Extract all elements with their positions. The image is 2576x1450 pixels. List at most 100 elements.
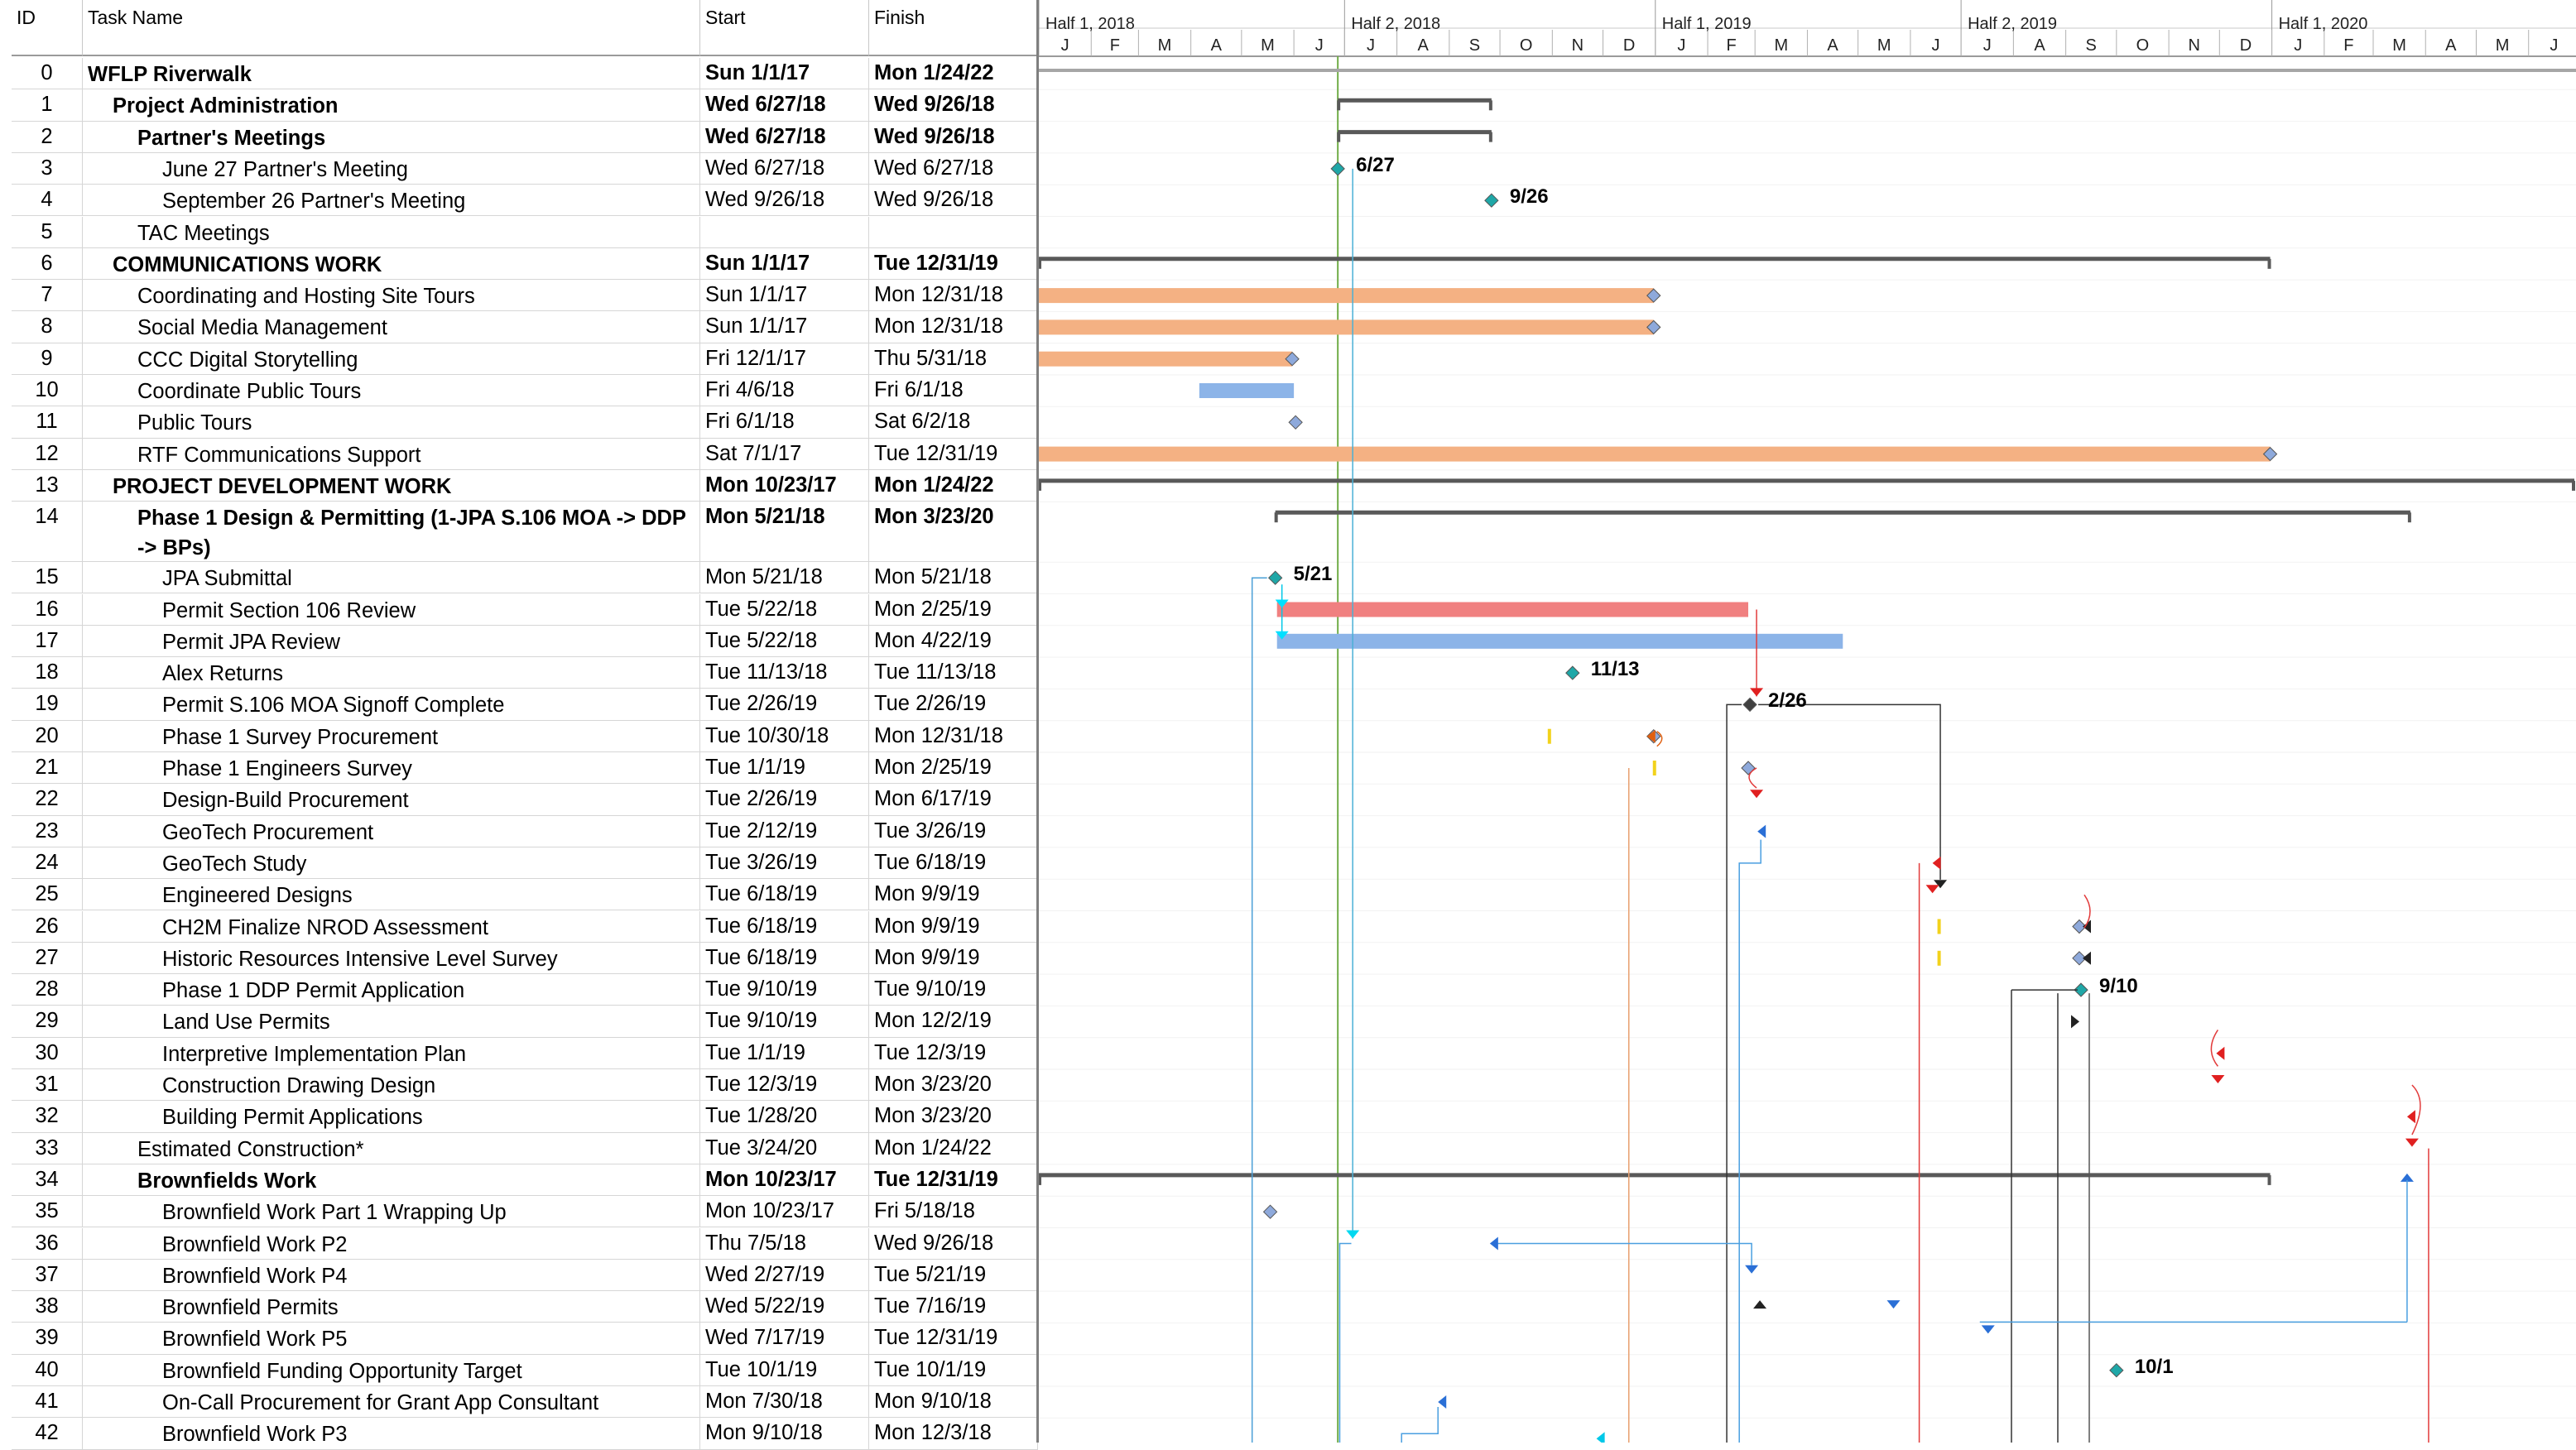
task-finish-cell[interactable]: Wed 9/26/18 [869,185,1038,216]
task-start-cell[interactable]: Fri 12/1/17 [700,343,869,374]
task-name-cell[interactable]: Social Media Management [83,311,700,343]
task-start-cell[interactable]: Tue 5/22/18 [700,593,869,625]
task-row[interactable]: 27 Historic Resources Intensive Level Sur… [12,942,1038,975]
task-id-cell[interactable]: 42 [12,1418,83,1449]
task-row[interactable]: 11 Public Tours Fri 6/1/18 Sat 6/2/18 [12,406,1038,439]
task-row[interactable]: 2 Partner's Meetings Wed 6/27/18 Wed 9/26/1… [12,121,1038,153]
task-id-cell[interactable]: 36 [12,1227,83,1259]
task-start-cell[interactable]: Tue 5/22/18 [700,625,869,657]
task-name-cell[interactable]: WFLP Riverwalk [83,58,700,89]
task-name-cell[interactable]: CCC Digital Storytelling [83,343,700,374]
task-finish-cell[interactable]: Mon 1/24/22 [869,1132,1038,1164]
task-row[interactable]: 18 Alex Returns Tue 11/13/18 Tue 11/13/18 [12,657,1038,689]
task-name-cell[interactable]: Alex Returns [83,657,700,689]
task-finish-cell[interactable]: Fri 6/1/18 [869,375,1038,406]
task-start-cell[interactable]: Thu 7/5/18 [700,1227,869,1259]
task-start-cell[interactable]: Wed 9/26/18 [700,185,869,216]
task-start-cell[interactable]: Sun 1/1/17 [700,247,869,280]
task-start-cell[interactable]: Tue 6/18/19 [700,942,869,974]
task-row[interactable]: 41 On-Call Procurement for Grant App Cons… [12,1386,1038,1419]
task-finish-cell[interactable]: Mon 9/9/19 [869,942,1038,974]
task-row[interactable]: 15 JPA Submittal Mon 5/21/18 Mon 5/21/18 [12,562,1038,594]
task-id-cell[interactable]: 3 [12,152,83,185]
task-id-cell[interactable]: 37 [12,1259,83,1291]
task-name-cell[interactable]: Brownfield Work P2 [83,1227,700,1259]
task-name-cell[interactable]: Partner's Meetings [83,121,700,152]
task-id-cell[interactable]: 20 [12,720,83,751]
task-finish-cell[interactable]: Tue 12/31/19 [869,1164,1038,1196]
task-start-cell[interactable]: Tue 1/28/20 [700,1101,869,1132]
task-finish-cell[interactable]: Mon 3/23/20 [869,1069,1038,1101]
task-id-cell[interactable]: 10 [12,375,83,406]
column-header-finish[interactable]: Finish [869,0,1038,56]
task-row[interactable]: 16 Permit Section 106 Review Tue 5/22/18 Mo… [12,593,1038,626]
task-finish-cell[interactable]: Tue 11/13/18 [869,657,1038,689]
task-finish-cell[interactable]: Tue 6/18/19 [869,847,1038,879]
task-name-cell[interactable]: Construction Drawing Design [83,1069,700,1101]
task-row[interactable]: 25 Engineered Designs Tue 6/18/19 Mon 9/9/1… [12,879,1038,911]
task-finish-cell[interactable]: Tue 10/1/19 [869,1354,1038,1385]
task-name-cell[interactable]: CH2M Finalize NROD Assessment [83,910,700,942]
task-name-cell[interactable]: GeoTech Procurement [83,815,700,847]
task-start-cell[interactable]: Wed 6/27/18 [700,152,869,185]
column-header-id[interactable]: ID [12,0,83,56]
task-start-cell[interactable] [700,216,869,247]
task-name-cell[interactable]: Brownfields Work [83,1164,700,1196]
task-name-cell[interactable]: Estimated Construction* [83,1132,700,1164]
task-finish-cell[interactable]: Mon 4/22/19 [869,625,1038,657]
task-name-cell[interactable]: GeoTech Study [83,847,700,879]
task-start-cell[interactable]: Mon 9/10/18 [700,1418,869,1449]
task-id-cell[interactable]: 34 [12,1164,83,1196]
task-row[interactable]: 28 Phase 1 DDP Permit Application Tue 9/10… [12,974,1038,1006]
task-finish-cell[interactable]: Thu 5/31/18 [869,343,1038,374]
task-row[interactable]: 20 Phase 1 Survey Procurement Tue 10/30/18… [12,720,1038,752]
task-name-cell[interactable]: Building Permit Applications [83,1101,700,1132]
task-start-cell[interactable]: Tue 2/26/19 [700,784,869,815]
task-name-cell[interactable]: Brownfield Funding Opportunity Target [83,1354,700,1385]
task-id-cell[interactable]: 31 [12,1069,83,1101]
task-row[interactable]: 19 Permit S.106 MOA Signoff Complete Tue 2… [12,689,1038,721]
task-name-cell[interactable]: Land Use Permits [83,1006,700,1037]
task-start-cell[interactable]: Wed 2/27/19 [700,1259,869,1291]
task-start-cell[interactable]: Sun 1/1/17 [700,58,869,89]
task-name-cell[interactable]: Permit Section 106 Review [83,593,700,625]
task-name-cell[interactable]: Brownfield Work P3 [83,1418,700,1449]
task-name-cell[interactable]: Historic Resources Intensive Level Surve… [83,942,700,974]
task-finish-cell[interactable]: Mon 5/21/18 [869,562,1038,593]
task-finish-cell[interactable]: Mon 2/25/19 [869,752,1038,784]
task-start-cell[interactable]: Tue 9/10/19 [700,1006,869,1037]
task-id-cell[interactable]: 39 [12,1323,83,1354]
task-finish-cell[interactable]: Mon 12/31/18 [869,311,1038,343]
task-id-cell[interactable]: 38 [12,1291,83,1323]
task-id-cell[interactable]: 41 [12,1386,83,1418]
task-id-cell[interactable]: 18 [12,657,83,689]
task-finish-cell[interactable]: Mon 1/24/22 [869,58,1038,89]
task-finish-cell[interactable]: Mon 3/23/20 [869,502,1038,562]
task-start-cell[interactable]: Fri 4/6/18 [700,375,869,406]
task-name-cell[interactable]: Brownfield Work P4 [83,1259,700,1291]
task-finish-cell[interactable]: Mon 6/17/19 [869,784,1038,815]
task-finish-cell[interactable]: Fri 5/18/18 [869,1196,1038,1227]
task-finish-cell[interactable]: Mon 9/10/18 [869,1386,1038,1418]
task-finish-cell[interactable]: Mon 12/2/19 [869,1006,1038,1037]
task-finish-cell[interactable]: Tue 7/16/19 [869,1291,1038,1323]
task-row[interactable]: 4 September 26 Partner's Meeting Wed 9/26/… [12,185,1038,217]
column-header-name[interactable]: Task Name [83,0,700,56]
task-finish-cell[interactable] [869,216,1038,247]
task-finish-cell[interactable]: Tue 2/26/19 [869,689,1038,720]
task-row[interactable]: 10 Coordinate Public Tours Fri 4/6/18 Fri 6… [12,375,1038,407]
task-row[interactable]: 17 Permit JPA Review Tue 5/22/18 Mon 4/22/1… [12,625,1038,658]
task-id-cell[interactable]: 6 [12,247,83,280]
task-finish-cell[interactable]: Tue 12/31/19 [869,1323,1038,1354]
task-id-cell[interactable]: 9 [12,343,83,374]
task-row[interactable]: 32 Building Permit Applications Tue 1/28/2… [12,1101,1038,1133]
task-finish-cell[interactable]: Mon 12/31/18 [869,720,1038,751]
task-id-cell[interactable]: 26 [12,910,83,942]
task-start-cell[interactable]: Mon 10/23/17 [700,1196,869,1227]
task-name-cell[interactable]: TAC Meetings [83,216,700,247]
task-name-cell[interactable]: Permit JPA Review [83,625,700,657]
column-header-start[interactable]: Start [700,0,869,56]
task-name-cell[interactable]: JPA Submittal [83,562,700,593]
task-row[interactable]: 12 RTF Communications Support Sat 7/1/17 Tu… [12,438,1038,470]
task-start-cell[interactable]: Tue 3/26/19 [700,847,869,879]
